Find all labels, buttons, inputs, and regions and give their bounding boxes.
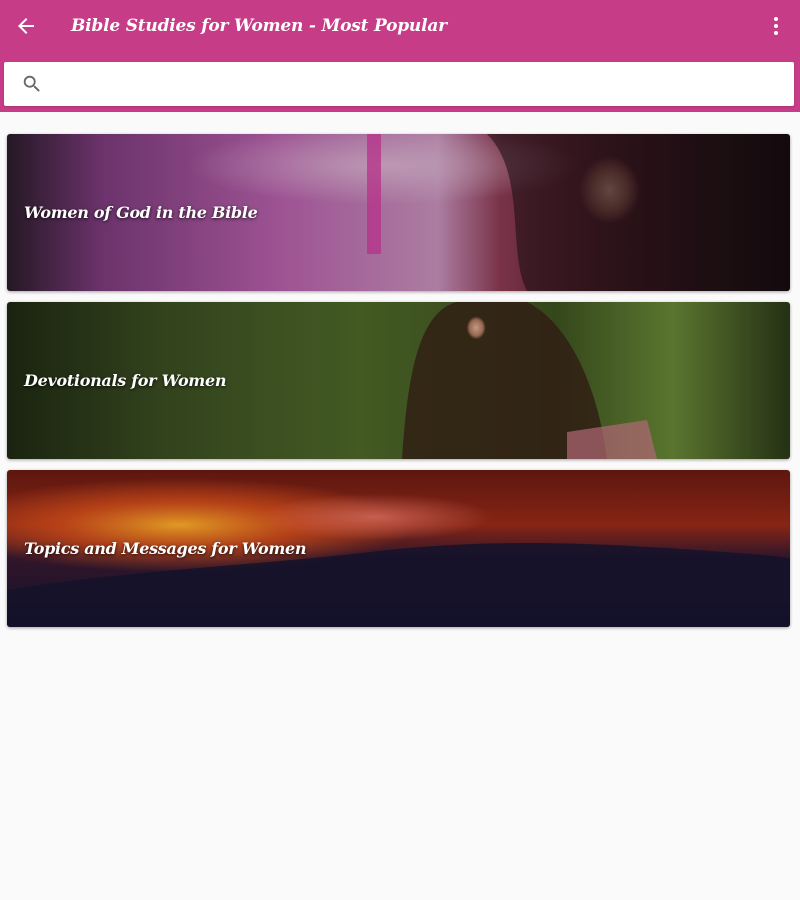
app-bar: Bible Studies for Women - Most Popular <box>0 0 800 112</box>
arrow-left-icon <box>18 18 34 34</box>
back-button[interactable] <box>10 10 42 42</box>
search-input[interactable] <box>56 68 780 102</box>
search-icon <box>23 75 40 92</box>
overflow-menu-button[interactable] <box>764 10 788 42</box>
card-title: Devotionals for Women <box>24 371 227 390</box>
category-card-devotionals[interactable]: Devotionals for Women <box>7 302 790 459</box>
card-title: Women of God in the Bible <box>24 203 258 222</box>
category-card-women-of-god[interactable]: Women of God in the Bible <box>7 134 790 291</box>
category-card-topics-messages[interactable]: Topics and Messages for Women <box>7 470 790 627</box>
more-vert-icon <box>774 17 778 35</box>
page-title: Bible Studies for Women - Most Popular <box>71 16 447 36</box>
search-bar <box>4 62 794 106</box>
card-title: Topics and Messages for Women <box>24 539 307 558</box>
